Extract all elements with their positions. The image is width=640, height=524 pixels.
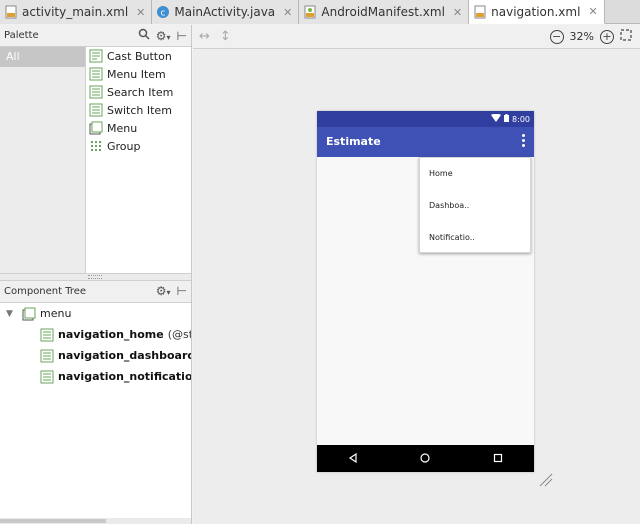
- menu-item-icon: [40, 370, 54, 384]
- palette-item-label: Group: [107, 139, 141, 153]
- palette-item-menu-item[interactable]: Menu Item: [87, 65, 191, 83]
- group-icon: [89, 139, 103, 153]
- component-tree: ▼ menu navigation_home (@string navigati…: [0, 303, 191, 513]
- gear-icon[interactable]: ⚙▾: [156, 29, 171, 43]
- tab-android-manifest[interactable]: AndroidManifest.xml ✕: [299, 0, 470, 24]
- zoom-out-button[interactable]: −: [549, 29, 564, 44]
- tree-item-id: navigation_home: [58, 328, 164, 341]
- resize-handle-icon[interactable]: [538, 472, 554, 491]
- home-icon[interactable]: [420, 452, 431, 466]
- design-toolbar: ↔ ↕ − 32% +: [193, 25, 640, 49]
- menu-item-dashboard[interactable]: Dashboa..: [420, 190, 530, 222]
- tree-row[interactable]: navigation_home (@string: [0, 324, 191, 345]
- tab-label: AndroidManifest.xml: [321, 5, 445, 19]
- menu-item-icon: [40, 349, 54, 363]
- tree-root-label: menu: [40, 307, 72, 320]
- tree-row[interactable]: navigation_dashboard (@: [0, 345, 191, 366]
- tree-item-ref: (@string: [167, 328, 191, 341]
- xml-file-icon: [4, 5, 18, 19]
- palette-body: All Cast Button Menu Item Search Item Sw…: [0, 47, 191, 273]
- scrollbar-thumb[interactable]: [0, 519, 106, 523]
- device-preview[interactable]: 8:00 Estimate Home Dashboa.. Notificatio…: [317, 111, 534, 472]
- status-time: 8:00: [512, 114, 530, 124]
- component-tree-title: Component Tree: [4, 286, 87, 297]
- panel-splitter[interactable]: [0, 273, 191, 281]
- tab-label: MainActivity.java: [174, 5, 276, 19]
- close-icon[interactable]: ✕: [283, 6, 292, 19]
- category-all[interactable]: All: [0, 47, 85, 67]
- component-tree-header: Component Tree ⚙▾ ⊢: [0, 281, 191, 303]
- editor-tab-bar: activity_main.xml ✕ c MainActivity.java …: [0, 0, 640, 24]
- close-icon[interactable]: ✕: [588, 5, 597, 18]
- close-icon[interactable]: ✕: [453, 6, 462, 19]
- recents-icon[interactable]: [493, 452, 503, 466]
- palette-item-label: Switch Item: [107, 103, 172, 117]
- tree-row-root[interactable]: ▼ menu: [0, 303, 191, 324]
- palette-item-switch-item[interactable]: Switch Item: [87, 101, 191, 119]
- status-bar: 8:00: [317, 111, 534, 127]
- svg-text:c: c: [161, 9, 166, 19]
- palette-item-menu[interactable]: Menu: [87, 119, 191, 137]
- palette-categories: All: [0, 47, 86, 273]
- left-panel: Palette ⚙▾ ⊢ All Cast Button Menu Item S…: [0, 25, 192, 524]
- expand-horizontal-icon[interactable]: ↔: [199, 29, 210, 44]
- pin-icon[interactable]: ⊢: [177, 29, 187, 43]
- close-icon[interactable]: ✕: [136, 6, 145, 19]
- zoom-in-button[interactable]: +: [600, 29, 614, 44]
- palette-item-search-item[interactable]: Search Item: [87, 83, 191, 101]
- tree-row[interactable]: navigation_notifications (: [0, 366, 191, 387]
- java-class-icon: c: [156, 5, 170, 19]
- manifest-icon: [303, 5, 317, 19]
- menu-icon: [22, 307, 36, 321]
- cast-button-icon: [89, 49, 103, 63]
- fit-screen-icon[interactable]: [620, 29, 632, 44]
- back-icon[interactable]: [348, 452, 358, 466]
- menu-icon: [89, 121, 103, 135]
- horizontal-scrollbar[interactable]: [0, 518, 191, 524]
- tab-activity-main[interactable]: activity_main.xml ✕: [0, 0, 153, 24]
- design-surface: ↔ ↕ − 32% + 8:00 Estimate Home Dashboa..: [193, 25, 640, 524]
- zoom-level: 32%: [569, 30, 594, 43]
- menu-item-icon: [40, 328, 54, 342]
- battery-icon: [504, 114, 510, 124]
- gear-icon[interactable]: ⚙▾: [156, 284, 171, 298]
- xml-file-icon: [473, 5, 487, 19]
- wifi-icon: [491, 113, 502, 124]
- palette-item-label: Search Item: [107, 85, 174, 99]
- tab-main-activity[interactable]: c MainActivity.java ✕: [152, 0, 300, 24]
- search-icon[interactable]: [138, 28, 150, 43]
- pin-icon[interactable]: ⊢: [177, 284, 187, 298]
- app-bar: Estimate: [317, 127, 534, 157]
- tree-item-id: navigation_dashboard: [58, 349, 191, 362]
- palette-item-label: Menu: [107, 121, 138, 135]
- overflow-menu-icon[interactable]: [522, 134, 526, 149]
- palette-items: Cast Button Menu Item Search Item Switch…: [87, 47, 191, 155]
- overflow-menu: Home Dashboa.. Notificatio..: [419, 157, 531, 253]
- palette-header: Palette ⚙▾ ⊢: [0, 25, 191, 47]
- palette-item-label: Cast Button: [107, 49, 172, 63]
- palette-item-label: Menu Item: [107, 67, 166, 81]
- expand-vertical-icon[interactable]: ↕: [220, 29, 231, 44]
- collapse-arrow-icon[interactable]: ▼: [6, 309, 16, 319]
- tab-navigation[interactable]: navigation.xml ✕: [469, 0, 605, 24]
- menu-item-notifications[interactable]: Notificatio..: [420, 222, 530, 254]
- navigation-bar: [317, 445, 534, 472]
- component-tree-header-wrap: Component Tree ⚙▾ ⊢: [0, 281, 191, 303]
- menu-item-icon: [89, 67, 103, 81]
- tree-item-id: navigation_notifications: [58, 370, 191, 383]
- palette-item-cast-button[interactable]: Cast Button: [87, 47, 191, 65]
- palette-title: Palette: [4, 30, 39, 41]
- tab-label: navigation.xml: [491, 4, 581, 19]
- tab-label: activity_main.xml: [22, 5, 129, 19]
- palette-item-group[interactable]: Group: [87, 137, 191, 155]
- zoom-controls: − 32% +: [549, 29, 632, 44]
- switch-item-icon: [89, 103, 103, 117]
- app-title: Estimate: [326, 135, 381, 148]
- menu-item-home[interactable]: Home: [420, 158, 530, 190]
- search-item-icon: [89, 85, 103, 99]
- splitter-grip[interactable]: [88, 275, 102, 279]
